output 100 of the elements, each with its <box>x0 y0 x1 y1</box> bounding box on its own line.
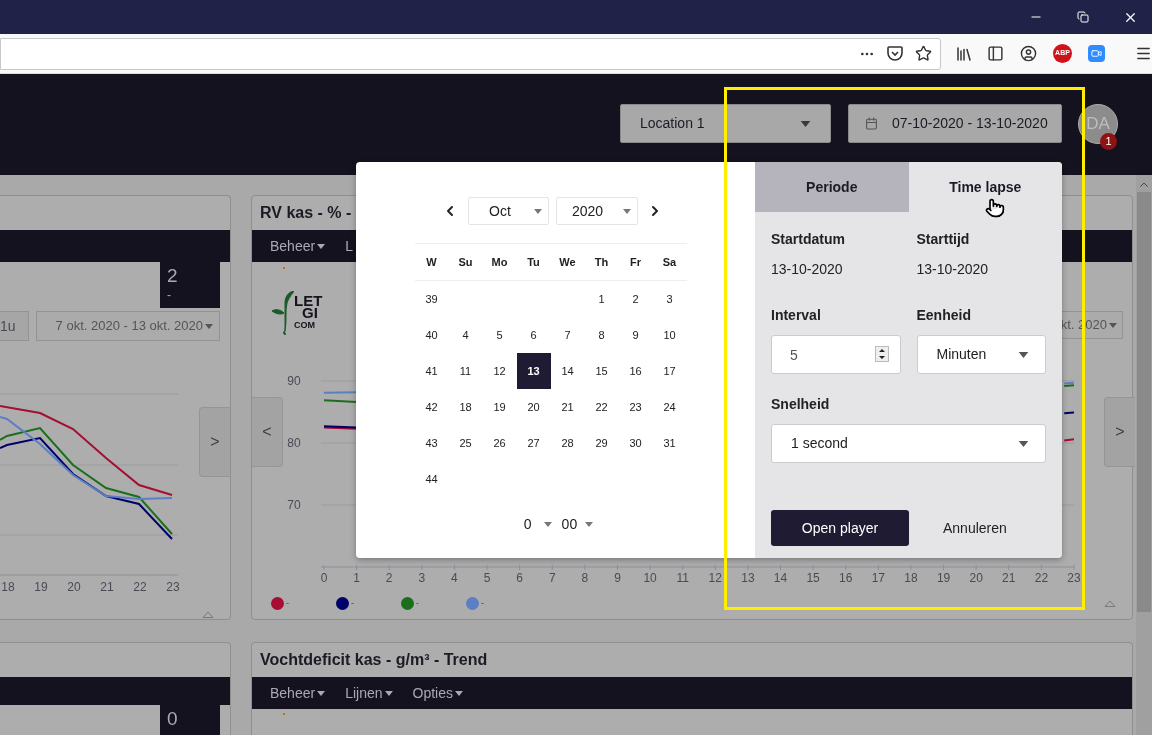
axis-tick-label: 23 <box>1067 571 1081 585</box>
calendar-day[interactable]: 4 <box>448 317 483 353</box>
bookmark-star-icon[interactable] <box>915 45 932 62</box>
axis-tick-label: 10 <box>643 571 657 585</box>
calendar-day[interactable]: 29 <box>584 425 619 461</box>
chart-nav-button[interactable]: < <box>252 397 283 467</box>
field-value: 13-10-2020 <box>771 260 844 279</box>
calendar-day[interactable]: 18 <box>448 389 483 425</box>
calendar-day[interactable]: 20 <box>516 389 551 425</box>
weekday-header: Fr <box>629 254 642 270</box>
calendar-day[interactable]: 10 <box>652 317 687 353</box>
week-number: 43 <box>424 435 439 451</box>
calendar-icon <box>865 117 878 130</box>
calendar-day[interactable]: 5 <box>482 317 517 353</box>
calendar-day[interactable]: 11 <box>448 353 483 389</box>
calendar-day[interactable]: 30 <box>618 425 653 461</box>
calendar-day[interactable]: 28 <box>550 425 585 461</box>
chart-nav-button[interactable]: > <box>199 407 230 477</box>
week-number: 40 <box>424 327 439 343</box>
scrollbar-thumb[interactable] <box>1137 192 1151 612</box>
axis-tick-label: 90 <box>287 374 301 388</box>
open-player-button[interactable]: Open player <box>771 510 909 546</box>
location-select[interactable]: Location 1 <box>620 104 831 143</box>
weekday-header: We <box>558 254 577 270</box>
unit-select[interactable]: Minuten <box>916 335 1046 374</box>
calendar-day[interactable]: 19 <box>482 389 517 425</box>
axis-tick-label: 23 <box>166 580 180 594</box>
year-select[interactable]: 2020 <box>556 197 638 225</box>
axis-tick-label: 20 <box>969 571 983 585</box>
field-label: Starttijd <box>916 230 971 249</box>
speed-select[interactable]: 1 second <box>771 424 1046 463</box>
menu-button[interactable]: Opties <box>412 682 463 704</box>
axis-tick-label: 17 <box>871 571 886 585</box>
calendar-day[interactable]: 12 <box>482 353 517 389</box>
calendar-day[interactable]: 31 <box>652 425 687 461</box>
calendar-day[interactable]: 7 <box>550 317 585 353</box>
hour-select[interactable]: 0 <box>523 514 552 535</box>
scrollbar[interactable] <box>1136 175 1152 735</box>
library-icon[interactable] <box>955 44 973 63</box>
menu-icon[interactable] <box>1135 45 1152 62</box>
caret-icon <box>455 690 463 696</box>
minute-select[interactable]: 00 <box>561 514 594 535</box>
axis-tick-label: 21 <box>100 580 114 594</box>
sidebar-icon[interactable] <box>987 45 1004 62</box>
axis-tick-label: 9 <box>614 571 621 585</box>
caret-icon <box>800 120 811 127</box>
axis-tick-label: 0 <box>320 571 328 585</box>
badge-value: 0 <box>167 708 178 729</box>
calendar-day[interactable]: 9 <box>618 317 653 353</box>
tab[interactable]: Periode <box>755 162 909 212</box>
calendar-day[interactable]: 13 <box>516 353 551 389</box>
month-select[interactable]: Oct <box>468 197 549 225</box>
spinner-icon[interactable] <box>874 346 889 362</box>
menu-button[interactable]: L <box>345 235 353 257</box>
card-title: Vochtdeficit kas - g/m³ - Trend <box>260 650 488 670</box>
axis-tick-label: 14 <box>773 571 788 585</box>
caret-icon <box>205 323 213 329</box>
video-extension-icon[interactable] <box>1088 45 1105 62</box>
calendar-day[interactable]: 2 <box>618 281 653 317</box>
chart-nav-button[interactable]: > <box>1104 397 1135 467</box>
axis-tick-label: 15 <box>806 571 820 585</box>
calendar-day[interactable]: 23 <box>618 389 653 425</box>
calendar-day[interactable]: 14 <box>550 353 585 389</box>
calendar-day[interactable]: 6 <box>516 317 551 353</box>
calendar-day[interactable]: 15 <box>584 353 619 389</box>
field-label: Eenheid <box>916 306 972 325</box>
calendar-day[interactable]: 21 <box>550 389 585 425</box>
cancel-button[interactable]: Annuleren <box>943 517 1007 539</box>
legend-label: - <box>351 597 354 610</box>
field-label: Startdatum <box>771 230 846 249</box>
restore-icon[interactable] <box>1077 11 1089 23</box>
calendar-day[interactable]: 22 <box>584 389 619 425</box>
axis-tick-label: 18 <box>1 580 15 594</box>
axis-tick-label: 4 <box>451 571 458 585</box>
axis-tick-label: 70 <box>287 498 301 512</box>
menu-button[interactable]: Beheer <box>270 682 326 704</box>
interval-button[interactable]: 1u <box>0 311 29 341</box>
notification-badge: 1 <box>1100 133 1117 150</box>
scroll-up-icon[interactable] <box>1140 182 1148 187</box>
calendar-day[interactable]: 17 <box>652 353 687 389</box>
caret-icon <box>1018 351 1029 358</box>
axis-tick-label: 7 <box>548 571 556 585</box>
calendar-day[interactable]: 3 <box>652 281 687 317</box>
calendar-day[interactable]: 26 <box>482 425 517 461</box>
calendar-day[interactable]: 25 <box>448 425 483 461</box>
pocket-icon[interactable] <box>887 46 903 61</box>
number-input[interactable]: 5 <box>771 335 901 374</box>
calendar-day[interactable]: 8 <box>584 317 619 353</box>
calendar-day[interactable]: 27 <box>516 425 551 461</box>
calendar-day[interactable]: 1 <box>584 281 619 317</box>
calendar-day[interactable]: 24 <box>652 389 687 425</box>
calendar-day[interactable]: 16 <box>618 353 653 389</box>
menu-button[interactable]: Beheer <box>270 235 326 257</box>
date-range-button[interactable]: 07-10-2020 - 13-10-2020 <box>848 104 1062 143</box>
menu-button[interactable]: Lijnen <box>345 682 393 704</box>
axis-tick-label: 80 <box>287 436 301 450</box>
weekday-header: Tu <box>526 254 541 270</box>
caret-icon <box>317 690 326 696</box>
account-icon[interactable] <box>1020 45 1037 62</box>
url-field[interactable] <box>0 37 941 70</box>
